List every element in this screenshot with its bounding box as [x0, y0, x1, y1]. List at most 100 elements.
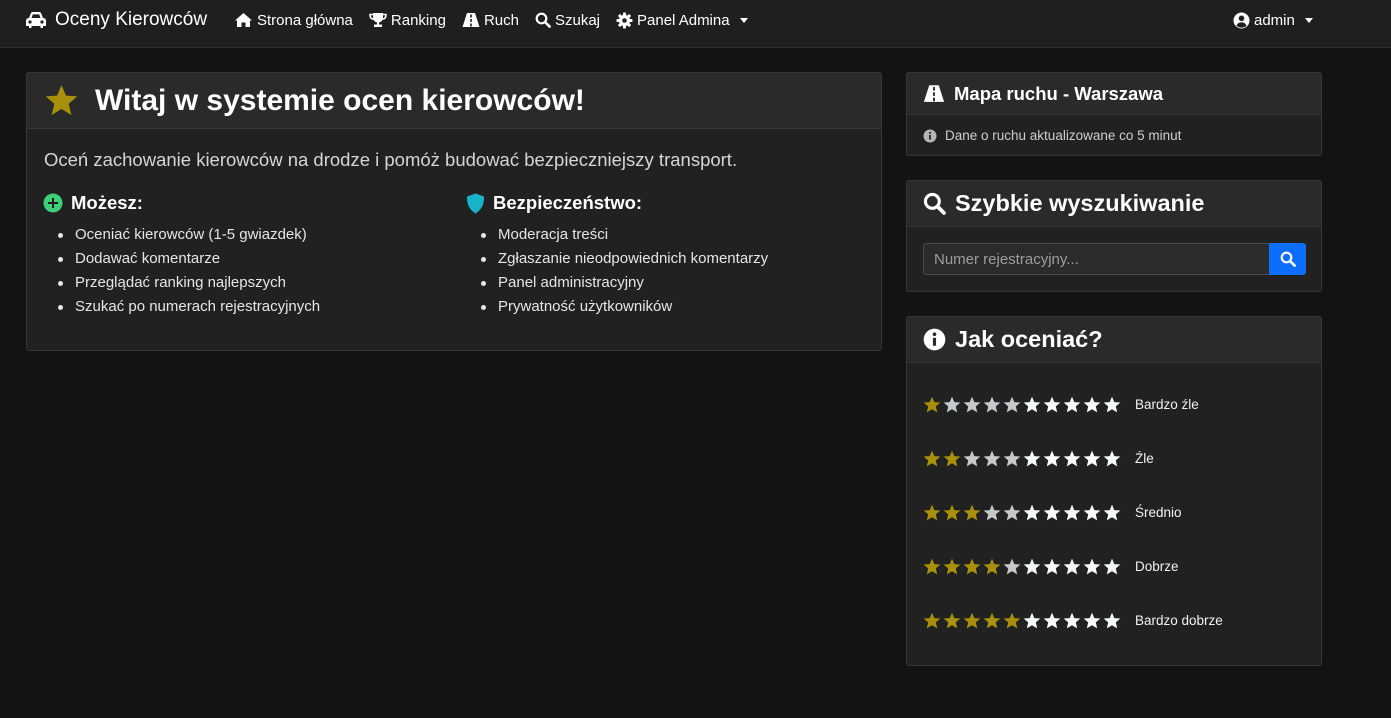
- list-item: Przeglądać ranking najlepszych: [56, 271, 320, 295]
- list-item: Moderacja treści: [479, 223, 768, 247]
- list-item: Dodawać komentarze: [56, 247, 320, 271]
- nav-home[interactable]: Strona główna: [234, 12, 353, 29]
- security-list: Moderacja treści Zgłaszanie nieodpowiedn…: [466, 223, 768, 319]
- home-icon: [234, 12, 253, 28]
- nav-ranking-label: Ranking: [390, 11, 446, 29]
- star-empty-icon: [1063, 558, 1081, 574]
- star-empty-icon: [1043, 504, 1061, 520]
- star-empty-icon: [1063, 504, 1081, 520]
- star-empty-icon: [1103, 396, 1121, 412]
- star-empty-icon: [943, 396, 961, 412]
- quick-search-title: Szybkie wyszukiwanie: [955, 190, 1205, 216]
- nav-ranking[interactable]: Ranking: [369, 12, 446, 29]
- plus-circle-icon: [43, 193, 63, 213]
- can-heading: Możesz:: [71, 192, 143, 213]
- search-icon: [1280, 251, 1296, 267]
- welcome-card-header: Witaj w systemie ocen kierowców!: [27, 73, 881, 129]
- star-empty-icon: [1003, 396, 1021, 412]
- traffic-map-header: Mapa ruchu - Warszawa: [907, 73, 1321, 115]
- star-empty-icon: [963, 396, 981, 412]
- star-empty-icon: [1083, 612, 1101, 628]
- nav-search[interactable]: Szukaj: [535, 12, 600, 29]
- rating-label: Dobrze: [1135, 558, 1179, 574]
- search-submit-button[interactable]: [1269, 243, 1306, 275]
- rating-label: Bardzo dobrze: [1135, 612, 1223, 628]
- rating-stars: [923, 450, 1121, 467]
- star-filled-icon: [1003, 612, 1021, 628]
- traffic-map-card: Mapa ruchu - Warszawa Dane o ruchu aktua…: [906, 72, 1322, 156]
- star-empty-icon: [1103, 504, 1121, 520]
- star-filled-icon: [923, 558, 941, 574]
- user-circle-icon: [1233, 12, 1250, 29]
- nav-traffic-label: Ruch: [483, 11, 519, 29]
- welcome-title: Witaj w systemie ocen kierowców!: [95, 83, 585, 117]
- star-empty-icon: [1023, 450, 1041, 466]
- welcome-lead: Oceń zachowanie kierowców na drodze i po…: [44, 149, 738, 170]
- rating-label: Źle: [1135, 450, 1154, 466]
- rating-stars: [923, 396, 1121, 413]
- rating-row: Bardzo dobrze: [923, 609, 1223, 631]
- nav-traffic[interactable]: Ruch: [462, 12, 519, 29]
- navbar: Oceny Kierowców Strona główna Ranking Ru…: [0, 0, 1391, 48]
- plate-search-input[interactable]: [923, 243, 1269, 275]
- quick-search-card: Szybkie wyszukiwanie: [906, 180, 1322, 292]
- rating-stars: [923, 558, 1121, 575]
- star-filled-icon: [963, 504, 981, 520]
- brand-name: Oceny Kierowców: [55, 9, 208, 30]
- star-empty-icon: [1063, 450, 1081, 466]
- star-filled-icon: [963, 612, 981, 628]
- star-filled-icon: [923, 612, 941, 628]
- rating-row: Źle: [923, 447, 1154, 469]
- star-filled-icon: [943, 450, 961, 466]
- rating-label: Bardzo źle: [1135, 396, 1199, 412]
- star-empty-icon: [1063, 396, 1081, 412]
- traffic-info-text: Dane o ruchu aktualizowane co 5 minut: [945, 128, 1182, 143]
- quick-search-header: Szybkie wyszukiwanie: [907, 181, 1321, 227]
- list-item: Szukać po numerach rejestracyjnych: [56, 295, 320, 319]
- star-filled-icon: [923, 450, 941, 466]
- rating-label: Średnio: [1135, 504, 1182, 520]
- how-to-rate-title: Jak oceniać?: [955, 326, 1103, 352]
- star-empty-icon: [1083, 504, 1101, 520]
- traffic-map-title: Mapa ruchu - Warszawa: [954, 82, 1164, 104]
- nav-admin-label: Panel Admina: [637, 11, 730, 29]
- star-empty-icon: [983, 396, 1001, 412]
- gear-icon: [616, 12, 633, 29]
- user-menu[interactable]: admin: [1233, 8, 1313, 32]
- road-icon: [923, 84, 945, 103]
- list-item: Panel administracyjny: [479, 271, 768, 295]
- star-filled-icon: [943, 612, 961, 628]
- star-empty-icon: [1103, 450, 1121, 466]
- shield-icon: [466, 193, 485, 214]
- star-icon: [44, 84, 79, 117]
- star-empty-icon: [1023, 504, 1041, 520]
- star-empty-icon: [1043, 612, 1061, 628]
- info-circle-icon: [923, 328, 946, 351]
- user-name: admin: [1254, 11, 1295, 29]
- main-nav: Strona główna Ranking Ruch Szukaj Panel …: [234, 8, 748, 32]
- star-filled-icon: [923, 504, 941, 520]
- star-empty-icon: [1043, 396, 1061, 412]
- list-item: Prywatność użytkowników: [479, 295, 768, 319]
- star-empty-icon: [1003, 558, 1021, 574]
- nav-admin-panel[interactable]: Panel Admina: [616, 12, 748, 29]
- list-item: Zgłaszanie nieodpowiednich komentarzy: [479, 247, 768, 271]
- rating-stars: [923, 504, 1121, 521]
- nav-search-label: Szukaj: [554, 11, 601, 29]
- road-icon: [462, 12, 480, 28]
- brand-link[interactable]: Oceny Kierowców: [25, 8, 207, 32]
- star-filled-icon: [943, 504, 961, 520]
- star-empty-icon: [1083, 558, 1101, 574]
- star-empty-icon: [1103, 558, 1121, 574]
- star-empty-icon: [1003, 504, 1021, 520]
- star-empty-icon: [1083, 396, 1101, 412]
- star-empty-icon: [983, 504, 1001, 520]
- rating-row: Średnio: [923, 501, 1182, 523]
- star-empty-icon: [1043, 558, 1061, 574]
- star-empty-icon: [983, 450, 1001, 466]
- nav-home-label: Strona główna: [257, 11, 353, 29]
- rating-row: Dobrze: [923, 555, 1179, 577]
- rating-stars: [923, 612, 1121, 629]
- star-filled-icon: [983, 558, 1001, 574]
- rating-row: Bardzo źle: [923, 393, 1199, 415]
